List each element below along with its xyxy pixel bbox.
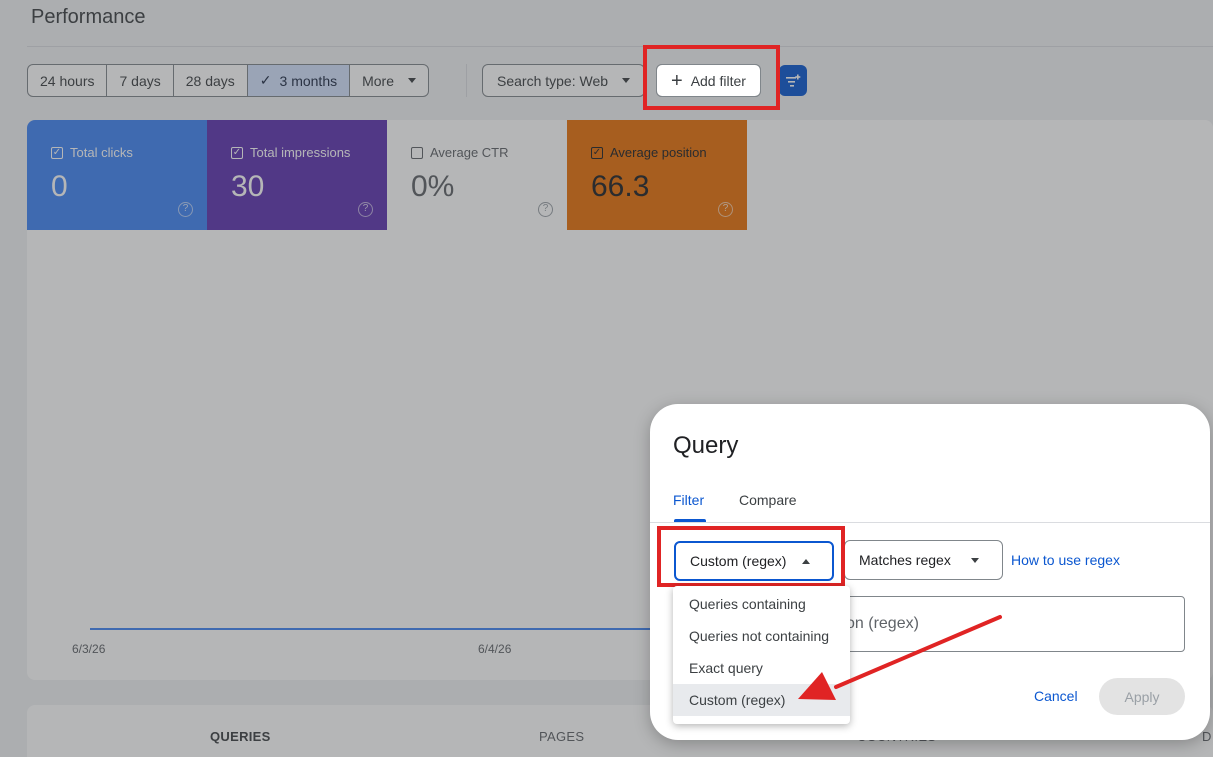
annotation-box-add-filter xyxy=(643,45,780,110)
annotation-arrow-icon xyxy=(798,615,1002,700)
